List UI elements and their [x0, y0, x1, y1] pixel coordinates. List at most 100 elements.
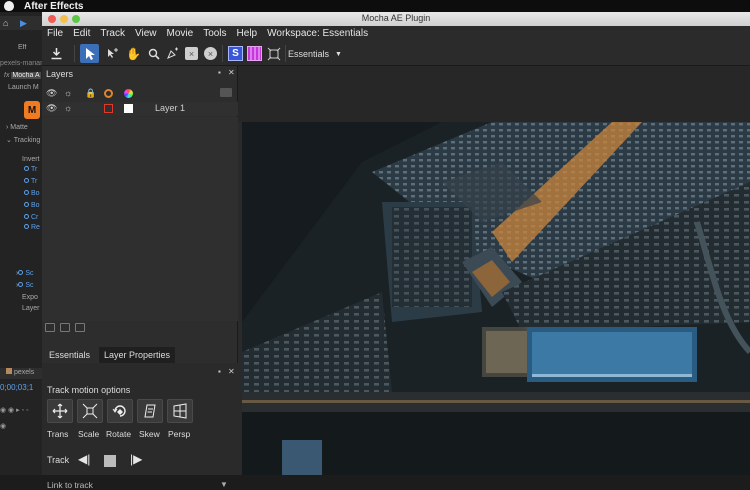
perspective-icon: [173, 403, 187, 419]
layer-row[interactable]: 👁 ☼ Layer 1: [42, 102, 238, 116]
ae-param-6[interactable]: Re: [31, 224, 40, 231]
add-point-icon[interactable]: [103, 44, 122, 63]
params-tabs: Essentials Layer Properties: [42, 347, 238, 363]
ae-visibility-icon[interactable]: ◉: [0, 422, 42, 433]
menu-view[interactable]: View: [135, 28, 157, 39]
viewer[interactable]: [238, 66, 750, 475]
layers-panel: Layers ▪ ✕ 👁 ☼ 🔒 👁 ☼ Layer 1 Essentials: [42, 66, 238, 490]
transform-icon[interactable]: [264, 44, 283, 63]
export-icon[interactable]: [47, 44, 66, 63]
skew-icon: [144, 404, 156, 418]
rotate-button[interactable]: [107, 399, 133, 423]
ae-comp-name: pexels-marian: [0, 60, 42, 67]
menu-edit[interactable]: Edit: [73, 28, 90, 39]
track-motion-options-label: Track motion options: [47, 385, 131, 395]
layer-color-swatch[interactable]: [104, 104, 113, 113]
link-to-track-label: Link to track: [47, 480, 93, 490]
apple-icon[interactable]: [4, 1, 14, 11]
ae-param-4[interactable]: Bo: [31, 202, 40, 209]
layer-list-area: [42, 117, 238, 321]
track-backward-icon[interactable]: ◀|: [78, 452, 90, 466]
layers-footer: [42, 322, 238, 334]
layer-visibility-icon[interactable]: 👁: [46, 103, 57, 114]
ae-select-icon[interactable]: ▶: [20, 18, 27, 29]
viewer-empty-area: [238, 66, 750, 122]
rotate-icon: [112, 405, 126, 417]
scale-button[interactable]: [77, 399, 103, 423]
params-panel: ▪ ✕ Track motion options Trans Scale Rot…: [42, 363, 238, 475]
ae-effect-tab[interactable]: Eff: [18, 44, 26, 51]
surface-icon[interactable]: S: [226, 44, 245, 63]
circle-tool-icon[interactable]: ×: [201, 44, 220, 63]
rectangle-tool-icon[interactable]: ×: [182, 44, 201, 63]
toolbar: ✋ × × S Essentials ▼: [42, 41, 750, 66]
delete-layer-icon[interactable]: [75, 323, 85, 332]
ae-layer[interactable]: Layer: [22, 305, 40, 312]
grid-icon[interactable]: [245, 44, 264, 63]
ae-timecode[interactable]: 0;00;03;1: [0, 383, 42, 394]
persp-button[interactable]: [167, 399, 193, 423]
skew-button[interactable]: [137, 399, 163, 423]
track-forward-icon[interactable]: |▶: [130, 452, 142, 466]
scale-label: Scale: [78, 429, 100, 439]
stop-track-icon[interactable]: [104, 455, 116, 467]
ae-launch-mocha[interactable]: Launch M: [8, 84, 39, 91]
ae-tracking[interactable]: Tracking: [14, 137, 41, 144]
ae-timeline-tab[interactable]: pexels: [14, 369, 34, 376]
pen-icon[interactable]: [163, 44, 182, 63]
menu-track[interactable]: Track: [100, 28, 125, 39]
matte-color-header-icon[interactable]: [124, 89, 133, 98]
select-arrow-icon[interactable]: [80, 44, 99, 63]
ae-invert[interactable]: Invert: [22, 156, 40, 163]
zoom-icon[interactable]: [144, 44, 163, 63]
menu-workspace[interactable]: Workspace: Essentials: [267, 28, 368, 39]
aerial-parking-lot-image: [242, 122, 750, 475]
color-header-icon[interactable]: [104, 89, 113, 98]
ae-param-1[interactable]: Tr: [31, 166, 37, 173]
scale-icon: [82, 403, 98, 419]
menu-tools[interactable]: Tools: [203, 28, 226, 39]
layers-header: Layers ▪ ✕: [42, 66, 238, 82]
params-close-icon[interactable]: ✕: [228, 367, 235, 376]
ae-param-7[interactable]: Sc: [25, 270, 33, 277]
skew-label: Skew: [139, 429, 160, 439]
ae-param-8[interactable]: Sc: [25, 282, 33, 289]
after-effects-background: ⌂ ▶ Eff pexels-marian fx Mocha A Launch …: [0, 12, 42, 475]
layer-cog-icon[interactable]: ☼: [64, 103, 72, 113]
duplicate-layer-icon[interactable]: [60, 323, 70, 332]
ae-param-3[interactable]: Bo: [31, 190, 40, 197]
translate-icon: [52, 403, 68, 419]
footage-frame[interactable]: [242, 122, 750, 475]
ae-param-2[interactable]: Tr: [31, 178, 37, 185]
trans-button[interactable]: [47, 399, 73, 423]
link-track-dropdown-icon[interactable]: ▼: [220, 480, 228, 489]
visibility-header-icon[interactable]: 👁: [46, 88, 57, 99]
home-icon[interactable]: ⌂: [3, 18, 8, 28]
layer-matte-swatch[interactable]: [124, 104, 133, 113]
hand-icon[interactable]: ✋: [124, 44, 143, 63]
undock-icon[interactable]: ▪: [218, 68, 221, 77]
layer-name[interactable]: Layer 1: [155, 103, 185, 113]
layer-options-icon[interactable]: [220, 88, 232, 97]
ae-export[interactable]: Expo: [22, 294, 38, 301]
params-undock-icon[interactable]: ▪: [218, 367, 221, 376]
ae-mocha-effect[interactable]: Mocha A: [11, 72, 41, 79]
menu-movie[interactable]: Movie: [167, 28, 194, 39]
layers-column-header: 👁 ☼ 🔒: [42, 87, 238, 101]
app-name[interactable]: After Effects: [24, 1, 83, 12]
new-folder-icon[interactable]: [45, 323, 55, 332]
tab-layer-properties[interactable]: Layer Properties: [99, 347, 176, 363]
panel-close-icon[interactable]: ✕: [228, 68, 235, 77]
workspace-dropdown[interactable]: Essentials ▼: [288, 47, 342, 61]
mocha-logo-icon[interactable]: M: [24, 101, 40, 119]
persp-label: Persp: [168, 429, 191, 439]
layers-title: Layers: [46, 69, 74, 79]
tab-essentials[interactable]: Essentials: [44, 347, 95, 363]
ae-param-5[interactable]: Cr: [31, 214, 38, 221]
lock-header-icon[interactable]: 🔒: [85, 88, 96, 99]
cog-header-icon[interactable]: ☼: [64, 88, 72, 98]
ae-toolbar: ⌂ ▶: [0, 16, 42, 30]
menu-file[interactable]: File: [47, 28, 63, 39]
menu-help[interactable]: Help: [237, 28, 258, 39]
ae-matte[interactable]: Matte: [10, 124, 28, 131]
